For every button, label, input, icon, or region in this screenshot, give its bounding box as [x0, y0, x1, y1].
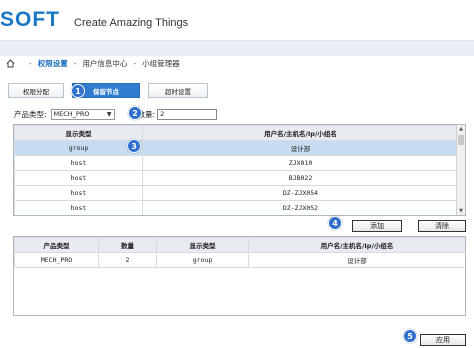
apply-button[interactable]: 应用: [420, 334, 466, 346]
column-header-type[interactable]: 显示类型: [156, 237, 249, 253]
product-type-label: 产品类型:: [14, 109, 47, 119]
cell-name: DZ-ZJX052: [142, 200, 459, 215]
table-row[interactable]: host ZJX010: [14, 155, 459, 171]
brand-logo: SOFT: [0, 8, 60, 31]
available-nodes-table: 显示类型 用户名/主机名/Ip/小组名 group 设计部 host ZJX01…: [13, 124, 466, 216]
cell-name: BJB022: [142, 170, 459, 186]
product-type-select[interactable]: MECH_PRO ▼: [50, 108, 115, 120]
breadcrumb-separator: -: [29, 58, 32, 68]
cell-name: 设计部: [248, 252, 465, 268]
callout-badge-4: 4: [328, 216, 342, 230]
breadcrumb-separator: -: [133, 58, 137, 68]
cell-name: DZ-ZJX054: [142, 185, 459, 201]
table-row[interactable]: group 设计部: [14, 140, 459, 156]
count-input[interactable]: 2: [157, 108, 218, 120]
callout-badge-3: 3: [127, 139, 141, 153]
cell-product: MECH_PRO: [14, 252, 99, 268]
cell-type: host: [14, 200, 143, 215]
callout-badge-2: 2: [128, 106, 142, 120]
cell-name: 设计部: [142, 140, 459, 156]
reserved-nodes-table: 产品类型 数量 显示类型 用户名/主机名/Ip/小组名 MECH_PRO 2 g…: [13, 236, 466, 316]
callout-badge-1: 1: [71, 84, 85, 98]
column-header-product[interactable]: 产品类型: [14, 237, 99, 253]
home-icon[interactable]: [6, 58, 15, 68]
brand-tagline: Create Amazing Things: [74, 17, 189, 29]
table-row[interactable]: host DZ-ZJX052: [14, 200, 459, 215]
cell-type: group: [156, 252, 249, 268]
breadcrumb: - 权限设置 - 用户信息中心 - 小组管理器: [6, 57, 180, 69]
clear-button[interactable]: 清除: [418, 220, 466, 232]
cell-type: group: [14, 140, 143, 156]
table-row[interactable]: host BJB022: [14, 170, 459, 186]
chevron-down-icon: ▼: [106, 110, 112, 118]
tab-timeout-settings[interactable]: 超时设置: [148, 83, 208, 98]
column-header-type[interactable]: 显示类型: [14, 125, 143, 141]
tab-permission-assign[interactable]: 权限分配: [8, 83, 64, 98]
column-header-name[interactable]: 用户名/主机名/Ip/小组名: [248, 237, 465, 253]
scroll-thumb[interactable]: [458, 135, 464, 145]
app-header: SOFT Create Amazing Things: [0, 0, 474, 40]
scroll-up-icon[interactable]: ▲: [457, 125, 465, 133]
scroll-down-icon[interactable]: ▼: [457, 207, 465, 215]
breadcrumb-item-group-manager: 小组管理器: [142, 58, 180, 68]
table-row[interactable]: host DZ-ZJX054: [14, 185, 459, 201]
cell-count: 2: [98, 252, 157, 268]
header-bar: [0, 40, 474, 56]
table-scrollbar[interactable]: ▲ ▼: [456, 125, 465, 215]
cell-type: host: [14, 155, 143, 171]
table-row[interactable]: MECH_PRO 2 group 设计部: [14, 252, 465, 268]
callout-badge-5: 5: [403, 329, 417, 343]
add-button[interactable]: 添加: [352, 220, 402, 232]
filter-row: 产品类型: MECH_PRO ▼ 数量: 2: [14, 108, 218, 120]
column-header-count[interactable]: 数量: [98, 237, 157, 253]
cell-type: host: [14, 185, 143, 201]
product-type-value: MECH_PRO: [53, 110, 90, 118]
breadcrumb-item-user-center[interactable]: 用户信息中心: [82, 58, 127, 69]
tab-bar: 权限分配 保留节点 超时设置: [8, 83, 216, 98]
column-header-name[interactable]: 用户名/主机名/Ip/小组名: [142, 125, 459, 141]
cell-type: host: [14, 170, 143, 186]
table-header-row: 显示类型 用户名/主机名/Ip/小组名: [14, 125, 459, 141]
breadcrumb-item-permissions[interactable]: 权限设置: [38, 58, 68, 69]
breadcrumb-separator: -: [73, 58, 77, 68]
cell-name: ZJX010: [142, 155, 459, 171]
table-header-row: 产品类型 数量 显示类型 用户名/主机名/Ip/小组名: [14, 237, 465, 253]
